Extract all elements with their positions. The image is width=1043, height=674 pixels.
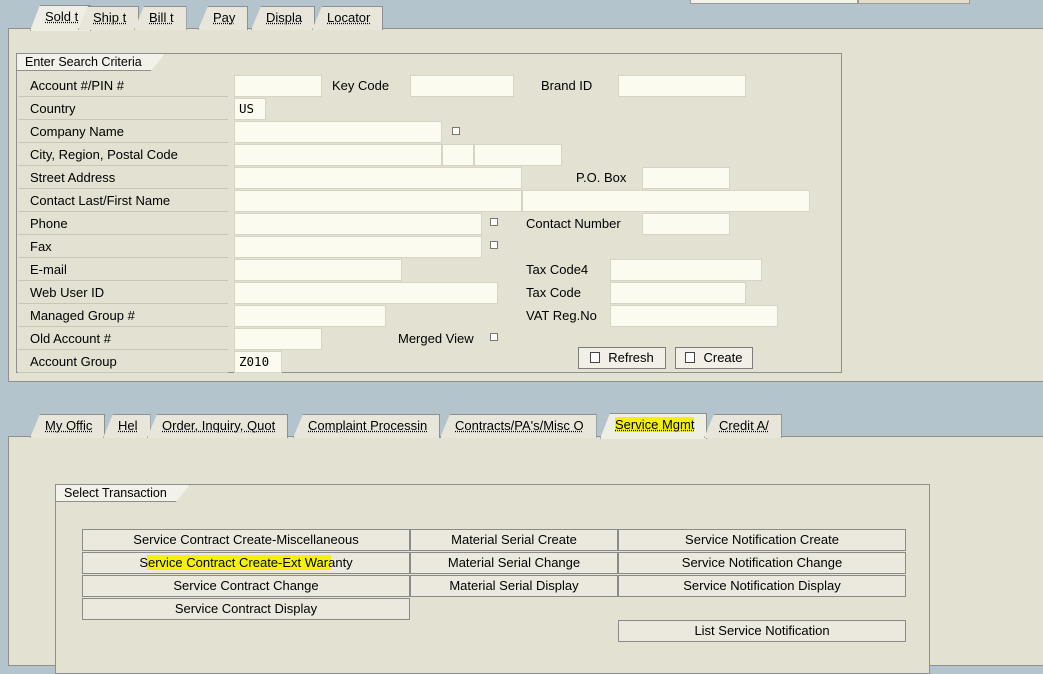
document-icon xyxy=(685,352,696,363)
top-field-stub[interactable] xyxy=(690,0,858,4)
contact-last-input[interactable] xyxy=(234,190,522,212)
material-serial-change-button[interactable]: Material Serial Change xyxy=(410,552,618,574)
transaction-group-title: Select Transaction xyxy=(56,485,190,502)
vat-input[interactable] xyxy=(610,305,778,327)
material-serial-create-button[interactable]: Material Serial Create xyxy=(410,529,618,551)
tax-code4-input[interactable] xyxy=(610,259,762,281)
brand-id-label: Brand ID xyxy=(541,78,593,93)
refresh-button[interactable]: Refresh xyxy=(578,347,666,369)
street-label: Street Address xyxy=(30,170,116,185)
old-account-input[interactable] xyxy=(234,328,322,350)
country-label: Country xyxy=(30,101,76,116)
fax-input[interactable] xyxy=(234,236,482,258)
fax-label: Fax xyxy=(30,239,52,254)
fax-checkbox[interactable] xyxy=(490,241,498,249)
managed-group-label: Managed Group # xyxy=(30,308,135,323)
contact-label: Contact Last/First Name xyxy=(30,193,171,208)
region-input[interactable] xyxy=(442,144,474,166)
tab-locator[interactable]: Locator xyxy=(312,6,384,30)
tax-code4-label: Tax Code4 xyxy=(526,262,589,277)
tax-code-input[interactable] xyxy=(610,282,746,304)
tab-credit[interactable]: Credit A/ xyxy=(704,414,782,438)
phone-input[interactable] xyxy=(234,213,482,235)
service-notification-create-button[interactable]: Service Notification Create xyxy=(618,529,906,551)
tab-ship-to[interactable]: Ship t xyxy=(78,6,140,30)
old-account-label: Old Account # xyxy=(30,331,111,346)
city-input[interactable] xyxy=(234,144,442,166)
contact-number-label: Contact Number xyxy=(526,216,621,231)
tab-display[interactable]: Displa xyxy=(251,6,316,30)
refresh-label: Refresh xyxy=(608,350,654,365)
street-input[interactable] xyxy=(234,167,522,189)
create-button[interactable]: Create xyxy=(675,347,753,369)
managed-group-input[interactable] xyxy=(234,305,386,327)
create-label: Create xyxy=(703,350,743,365)
tab-order-inquiry[interactable]: Order, Inquiry, Quot xyxy=(147,414,289,438)
key-code-input[interactable] xyxy=(410,75,514,97)
service-contract-display-button[interactable]: Service Contract Display xyxy=(82,598,410,620)
tab-my-office[interactable]: My Offic xyxy=(30,414,106,438)
material-serial-display-button[interactable]: Material Serial Display xyxy=(410,575,618,597)
po-box-label: P.O. Box xyxy=(576,170,627,185)
company-label: Company Name xyxy=(30,124,124,139)
ext-warranty-label: Service Contract Create-Ext Waranty xyxy=(139,555,353,570)
service-notification-display-button[interactable]: Service Notification Display xyxy=(618,575,906,597)
search-group-title: Enter Search Criteria xyxy=(17,54,165,71)
country-input[interactable]: US xyxy=(234,98,266,120)
company-input[interactable] xyxy=(234,121,442,143)
tax-code-label: Tax Code xyxy=(526,285,581,300)
phone-checkbox[interactable] xyxy=(490,218,498,226)
account-input[interactable] xyxy=(234,75,322,97)
tab-payer[interactable]: Pay xyxy=(198,6,249,30)
list-service-notification-button[interactable]: List Service Notification xyxy=(618,620,906,642)
phone-label: Phone xyxy=(30,216,68,231)
email-label: E-mail xyxy=(30,262,67,277)
tab-complaint[interactable]: Complaint Processin xyxy=(293,414,441,438)
po-box-input[interactable] xyxy=(642,167,730,189)
account-label: Account #/PIN # xyxy=(30,78,124,93)
refresh-icon xyxy=(590,352,601,363)
merged-view-checkbox[interactable] xyxy=(490,333,498,341)
tab-contracts[interactable]: Contracts/PA's/Misc O xyxy=(440,414,597,438)
top-button-stub[interactable] xyxy=(858,0,970,4)
city-label: City, Region, Postal Code xyxy=(30,147,178,162)
tab-bill-to[interactable]: Bill t xyxy=(134,6,187,30)
brand-id-input[interactable] xyxy=(618,75,746,97)
email-input[interactable] xyxy=(234,259,402,281)
company-checkbox[interactable] xyxy=(452,127,460,135)
merged-view-label: Merged View xyxy=(398,331,474,346)
contact-first-input[interactable] xyxy=(522,190,810,212)
vat-label: VAT Reg.No xyxy=(526,308,597,323)
service-contract-change-button[interactable]: Service Contract Change xyxy=(82,575,410,597)
service-contract-create-ext-warranty-button[interactable]: Service Contract Create-Ext Waranty xyxy=(82,552,410,574)
contact-number-input[interactable] xyxy=(642,213,730,235)
account-group-label: Account Group xyxy=(30,354,117,369)
web-user-label: Web User ID xyxy=(30,285,105,300)
service-notification-change-button[interactable]: Service Notification Change xyxy=(618,552,906,574)
key-code-label: Key Code xyxy=(332,78,390,93)
account-group-input[interactable]: Z010 xyxy=(234,351,282,373)
tab-service-mgmt[interactable]: Service Mgmt xyxy=(600,413,708,439)
postal-code-input[interactable] xyxy=(474,144,562,166)
tab-help[interactable]: Hel xyxy=(103,414,151,438)
web-user-input[interactable] xyxy=(234,282,498,304)
service-contract-create-misc-button[interactable]: Service Contract Create-Miscellaneous xyxy=(82,529,410,551)
